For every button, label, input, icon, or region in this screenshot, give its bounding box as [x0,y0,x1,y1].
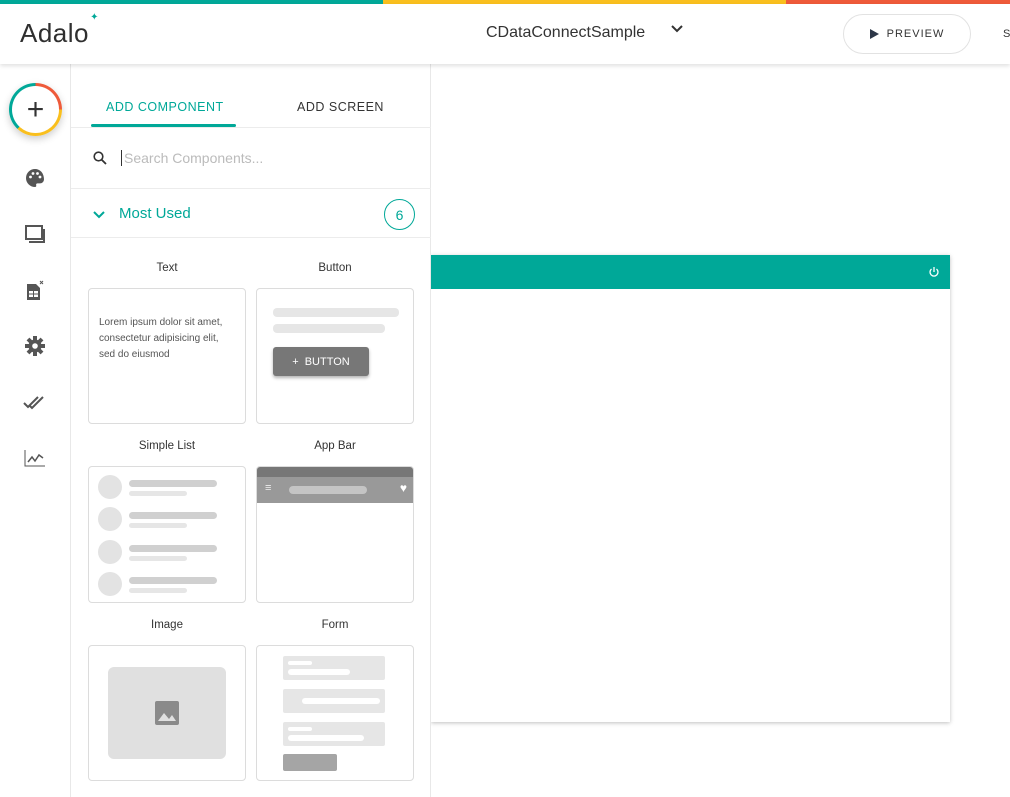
sparkle-icon: ✦ [90,12,99,23]
power-icon[interactable] [928,265,940,283]
logo-text: Adalo [20,18,89,48]
chevron-down-icon[interactable] [93,207,105,225]
component-label: Button [318,262,352,274]
canvas-screen[interactable] [431,255,950,722]
top-bar: Adalo ✦ CDataConnectSample PREVIEW S [0,4,1010,64]
tab-add-component[interactable]: ADD COMPONENT [106,100,224,114]
component-card-form[interactable] [256,645,414,781]
section-most-used[interactable]: Most Used [119,205,191,222]
app-name-dropdown[interactable]: CDataConnectSample [486,24,645,42]
image-icon [108,667,226,759]
component-label: Form [321,619,349,631]
component-card-image[interactable] [88,645,246,781]
component-card-simple-list[interactable] [88,466,246,603]
chevron-down-icon[interactable] [670,22,684,39]
preview-label: PREVIEW [886,28,945,40]
tab-add-screen[interactable]: ADD SCREEN [297,100,384,114]
settings-icon[interactable] [23,334,47,358]
add-component-panel: ADD COMPONENT ADD SCREEN Search Componen… [71,64,431,797]
button-preview: + BUTTON [273,347,369,376]
component-card-text[interactable]: Lorem ipsum dolor sit amet, consectetur … [88,288,246,424]
publish-icon[interactable] [23,390,47,414]
heart-icon: ♥ [399,481,407,495]
divider [71,237,431,238]
database-icon[interactable] [23,279,47,303]
appbar-preview-status [257,467,413,477]
screen-app-bar [431,255,950,289]
divider [71,127,431,128]
add-button[interactable]: + [9,83,62,136]
logo[interactable]: Adalo ✦ [20,12,99,49]
left-rail: + [0,64,71,797]
screens-icon[interactable] [23,222,47,246]
divider [71,188,431,189]
palette-icon[interactable] [23,166,47,190]
search-input[interactable]: Search Components... [121,150,263,166]
component-label: Simple List [138,440,196,452]
play-icon [869,29,879,39]
component-label: Image [151,619,183,631]
component-label: App Bar [314,440,356,452]
text-preview: Lorem ipsum dolor sit amet, consectetur … [99,317,223,360]
share-button[interactable]: S [1003,28,1010,40]
preview-button[interactable]: PREVIEW [843,14,971,54]
appbar-preview: ≡ ♥ [257,477,413,503]
component-card-app-bar[interactable]: ≡ ♥ [256,466,414,603]
analytics-icon[interactable] [23,446,47,470]
count-badge: 6 [384,199,415,230]
component-card-button[interactable]: + BUTTON [256,288,414,424]
add-icon: + [12,86,59,133]
search-icon [93,151,107,170]
component-label: Text [156,262,178,274]
